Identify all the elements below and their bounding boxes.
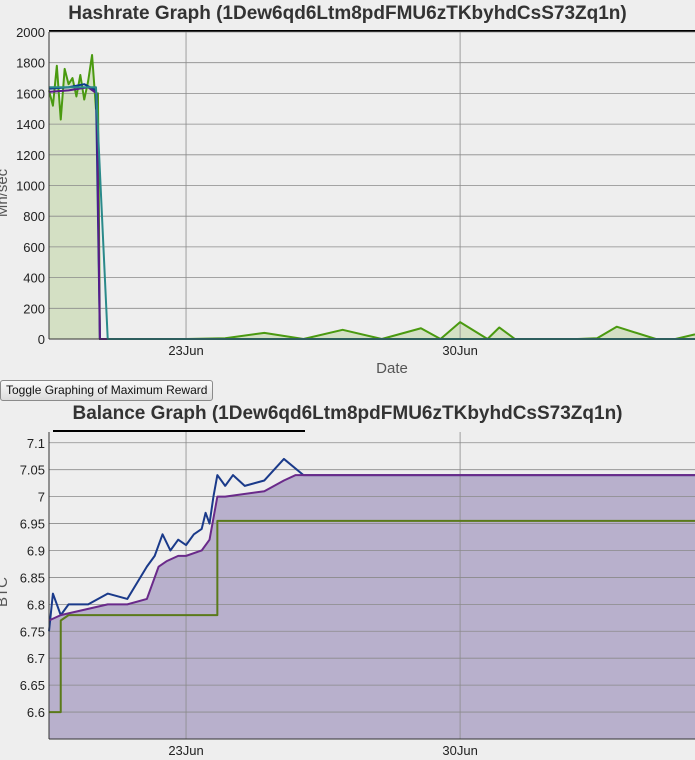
y-tick-label: 6.7	[27, 651, 45, 666]
y-tick-label: 1400	[16, 117, 45, 132]
y-axis-title: Mh/sec	[0, 168, 11, 217]
x-tick-label: 23Jun	[168, 343, 203, 358]
y-tick-label: 400	[23, 271, 45, 286]
y-axis-title: BTC	[0, 577, 11, 607]
y-tick-label: 1600	[16, 86, 45, 101]
x-tick-label: 23Jun	[168, 743, 203, 758]
y-tick-label: 1000	[16, 179, 45, 194]
y-tick-label: 1200	[16, 148, 45, 163]
y-tick-label: 7.05	[20, 463, 45, 478]
y-tick-label: 0	[38, 332, 45, 347]
y-tick-label: 6.95	[20, 517, 45, 532]
y-tick-label: 600	[23, 240, 45, 255]
y-tick-label: 7.1	[27, 436, 45, 451]
y-tick-label: 2000	[16, 25, 45, 40]
toggle-maximum-reward-button[interactable]: Toggle Graphing of Maximum Reward	[0, 380, 214, 401]
y-tick-label: 6.65	[20, 678, 45, 693]
hashrate-chart: 0 200 400 600 800 1000 1200 1400 1600 1800 2000 23J…	[0, 25, 695, 377]
x-axis-title: Date	[376, 360, 408, 377]
y-tick-label: 6.85	[20, 570, 45, 585]
y-tick-label: 6.8	[27, 597, 45, 612]
balance-chart: 6.6 6.65 6.7 6.75 6.8 6.85 6.9 6.95 7 7.05 7.1 23Ju…	[0, 430, 695, 758]
y-tick-label: 1800	[16, 56, 45, 71]
y-tick-label: 200	[23, 301, 45, 316]
y-tick-label: 6.75	[20, 624, 45, 639]
x-tick-label: 30Jun	[442, 343, 477, 358]
y-tick-label: 7	[38, 490, 45, 505]
y-tick-label: 6.9	[27, 543, 45, 558]
y-tick-label: 6.6	[27, 705, 45, 720]
y-tick-label: 800	[23, 209, 45, 224]
x-tick-label: 30Jun	[442, 743, 477, 758]
